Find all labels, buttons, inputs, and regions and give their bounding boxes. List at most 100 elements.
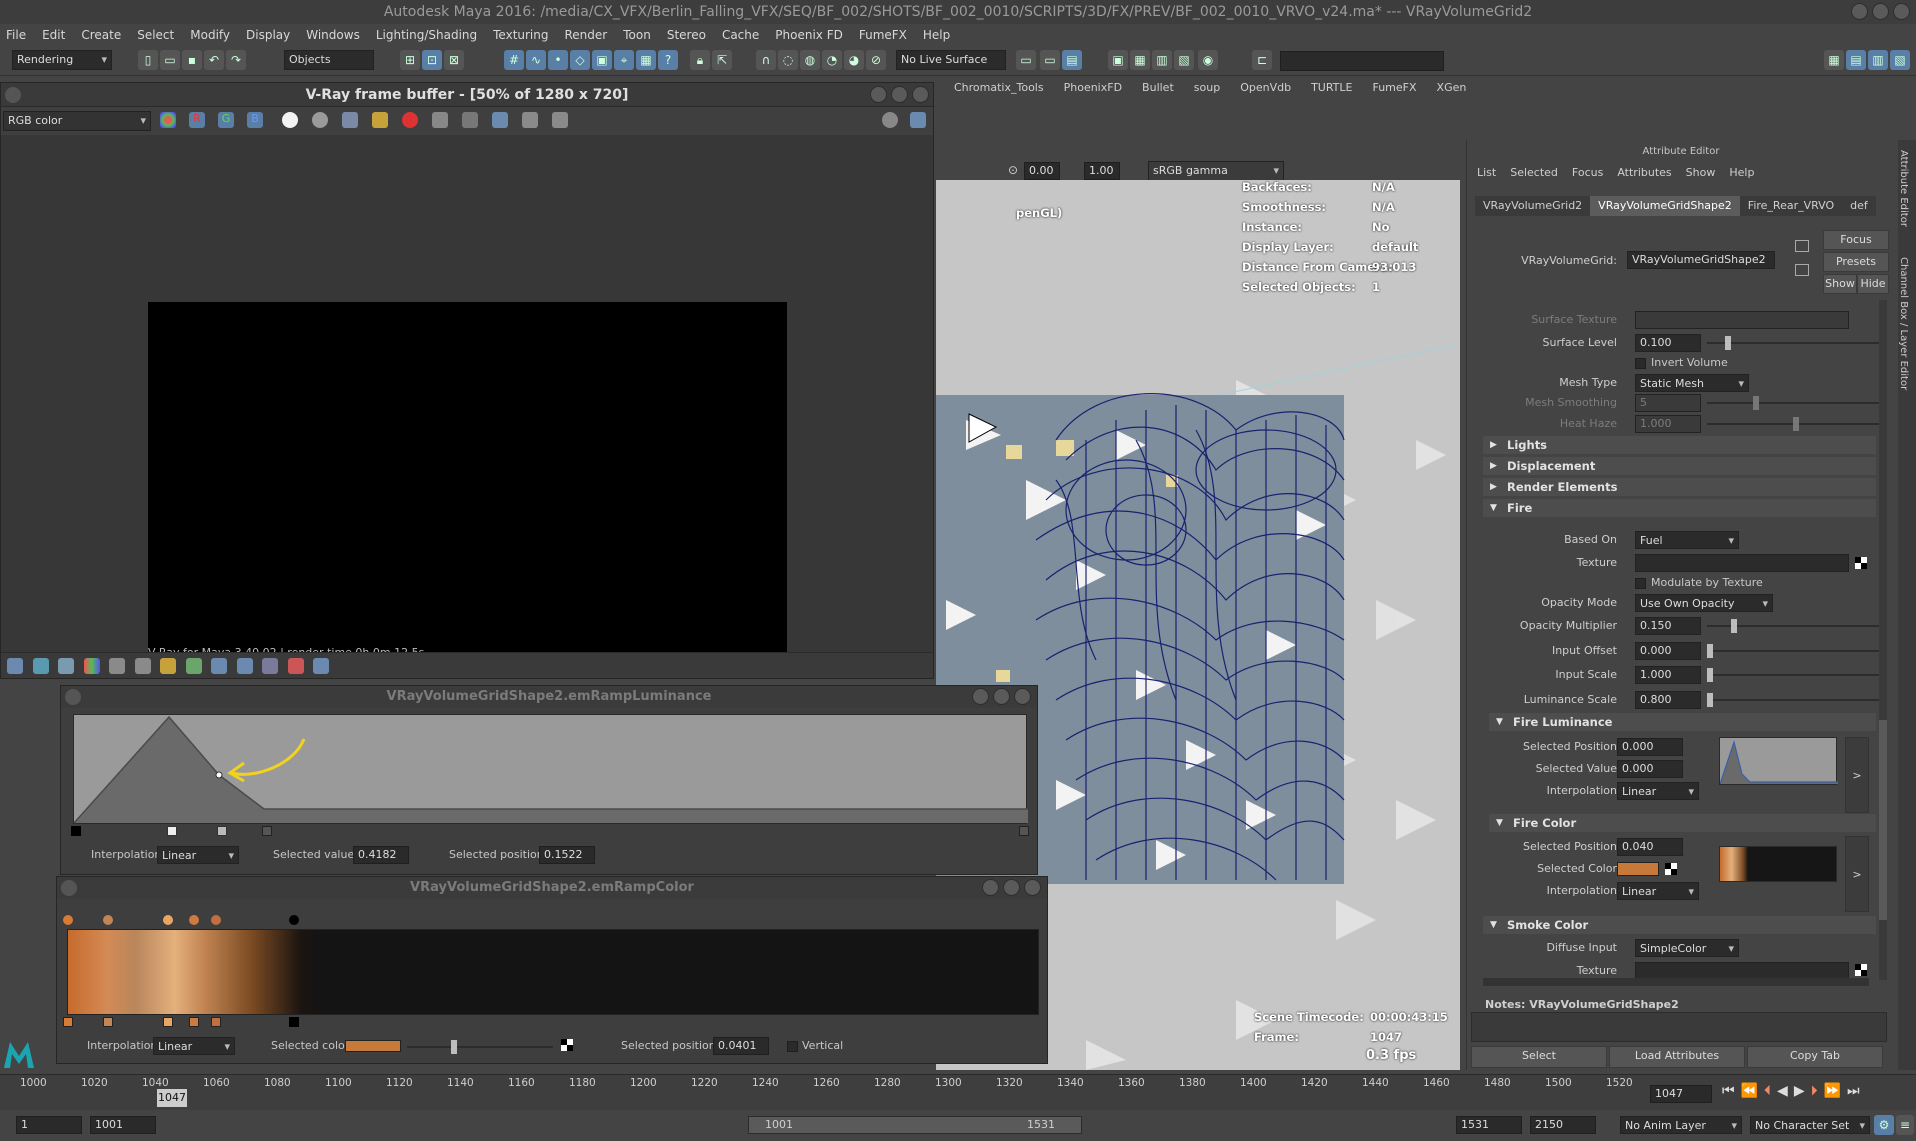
vertical-checkbox[interactable] [787,1041,798,1052]
selected-position-field[interactable]: 0.1522 [539,846,595,864]
menu-edit[interactable]: Edit [42,24,65,46]
luminance-key[interactable] [71,826,81,836]
vfb-close-button[interactable] [912,86,929,103]
menu-render[interactable]: Render [565,24,608,46]
history-icon[interactable] [211,658,227,674]
ramp-color-minimize[interactable] [982,879,999,896]
ae-tab-volumegridshape[interactable]: VRayVolumeGridShape2 [1590,196,1740,216]
snap-point-icon[interactable]: • [548,50,568,70]
undo-icon[interactable]: ↶ [204,50,224,70]
section-fire-color[interactable]: ▼ Fire Color [1489,814,1876,832]
auto-key-icon[interactable]: ⚙ [1874,1115,1894,1135]
color-key-handle[interactable] [289,915,299,925]
magnet-icon[interactable]: ∩ [756,50,776,70]
menu-texturing[interactable]: Texturing [493,24,548,46]
stereo-icon[interactable] [262,658,278,674]
go-to-start-icon[interactable]: ⏮ [1722,1083,1735,1099]
fc-position-field[interactable]: 0.040 [1617,838,1683,856]
menu-cache[interactable]: Cache [722,24,759,46]
color-ramp-gradient[interactable] [67,929,1039,1015]
fire-texture-map-icon[interactable] [1855,557,1867,569]
load-image-icon[interactable] [372,112,388,128]
menu-phoenix[interactable]: Phoenix FD [775,24,843,46]
ae-menu-help[interactable]: Help [1729,166,1754,179]
time-slider[interactable]: 1000 1020 1040 1060 1080 1100 1120 1140 1160 1180… [0,1074,1916,1110]
help-line-icon[interactable]: ? [658,50,678,70]
smoke-texture-map-icon[interactable] [1855,964,1867,976]
vfb-channel-dropdown[interactable]: RGB color ▾ [3,111,151,131]
gamma-field[interactable]: 1.00 [1084,162,1120,180]
interpolation-dropdown[interactable]: Linear ▾ [157,846,239,864]
levels-icon[interactable] [58,658,74,674]
heat-haze-field[interactable]: 1.000 [1635,415,1701,433]
input-offset-slider[interactable] [1707,644,1879,658]
color-key-box[interactable] [189,1017,199,1027]
reflect-icon[interactable]: ◕ [844,50,864,70]
blue-channel-icon[interactable]: B [247,112,263,128]
play-forwards-icon[interactable]: ▶ [1794,1083,1805,1099]
color-key-box[interactable] [289,1017,299,1027]
character-set-dropdown[interactable]: No Character Set ▾ [1750,1116,1870,1134]
color-key-box[interactable] [63,1017,73,1027]
render-settings-icon[interactable]: ▤ [1062,50,1082,70]
live-surface-field[interactable]: No Live Surface [896,50,1006,70]
fl-position-field[interactable]: 0.000 [1617,738,1683,756]
selected-value-field[interactable]: 0.4182 [353,846,409,864]
range-min-field[interactable]: 1001 [90,1116,156,1134]
vfb-canvas[interactable]: V-Ray for Maya 3.40.02 | render time 0h … [1,135,933,661]
ae-tab-fire-rear[interactable]: Fire_Rear_VRVO [1739,196,1843,216]
range-max-field[interactable]: 1531 [1456,1116,1522,1134]
start-time-field[interactable]: 1 [16,1116,82,1134]
surface-level-field[interactable]: 0.100 [1635,334,1701,352]
step-forward-icon[interactable]: ⏩ [1824,1083,1841,1099]
ae-menu-list[interactable]: List [1477,166,1496,179]
follow-mouse-icon[interactable] [313,658,329,674]
color-key-handle[interactable] [211,915,221,925]
menu-lighting[interactable]: Lighting/Shading [376,24,477,46]
hypershade-icon[interactable]: ◉ [1198,50,1218,70]
ae-menu-focus[interactable]: Focus [1572,166,1603,179]
render-teapot-icon[interactable] [910,112,926,128]
menu-toon[interactable]: Toon [623,24,651,46]
stop-icon[interactable] [882,112,898,128]
menu-set-dropdown[interactable]: Rendering ▾ [12,50,112,70]
ae-menu-show[interactable]: Show [1686,166,1716,179]
render-view-icon[interactable]: ▣ [1108,50,1128,70]
ae-select-button[interactable]: Select [1471,1046,1607,1068]
texture-map-icon[interactable] [561,1039,573,1051]
menu-windows[interactable]: Windows [306,24,360,46]
mesh-smoothing-field[interactable]: 5 [1635,394,1701,412]
clear-image-icon[interactable] [402,112,418,128]
opacity-multiplier-slider[interactable] [1707,619,1879,633]
go-to-end-icon[interactable]: ⏭ [1847,1083,1860,1099]
object-input-icon[interactable]: ⊏ [1252,50,1272,70]
ramp-color-menu-icon[interactable] [61,880,77,896]
workspace-icon[interactable]: ▦ [1824,50,1844,70]
lut-file-icon[interactable] [134,658,151,674]
shelf-tab[interactable]: PhoenixFD [1054,78,1132,98]
pick-icon[interactable]: ⇱ [712,50,732,70]
input-scale-field[interactable]: 1.000 [1635,666,1701,684]
shelf-tab[interactable]: OpenVdb [1230,78,1301,98]
luminance-key[interactable] [167,826,177,836]
history-icon[interactable]: ▦ [636,50,656,70]
menu-stereo[interactable]: Stereo [667,24,706,46]
hide-button[interactable]: Hide [1857,274,1889,294]
shelf-tab[interactable]: XGen [1427,78,1477,98]
shelf-tab[interactable]: Chromatix_Tools [944,78,1054,98]
copy-tab-button[interactable]: Copy Tab [1747,1046,1883,1068]
anim-layer-dropdown[interactable]: No Anim Layer ▾ [1620,1116,1742,1134]
vfb-menu-icon[interactable] [5,87,21,103]
step-back-icon[interactable]: ⏪ [1741,1083,1758,1099]
redo-icon[interactable]: ↷ [226,50,246,70]
node-name-field[interactable]: VRayVolumeGridShape2 [1627,251,1775,269]
ae-horizontal-scrollbar[interactable] [1483,978,1869,986]
soft-select-icon[interactable]: ◔ [822,50,842,70]
panel-icon[interactable]: ▥ [1868,50,1888,70]
sym-icon[interactable]: ◍ [800,50,820,70]
surface-texture-field[interactable] [1635,311,1849,329]
stamp-icon[interactable] [185,658,202,674]
shelf-tab[interactable]: Bullet [1132,78,1184,98]
menu-create[interactable]: Create [81,24,121,46]
step-forward-key-icon[interactable]: ⏵ [1811,1083,1818,1099]
